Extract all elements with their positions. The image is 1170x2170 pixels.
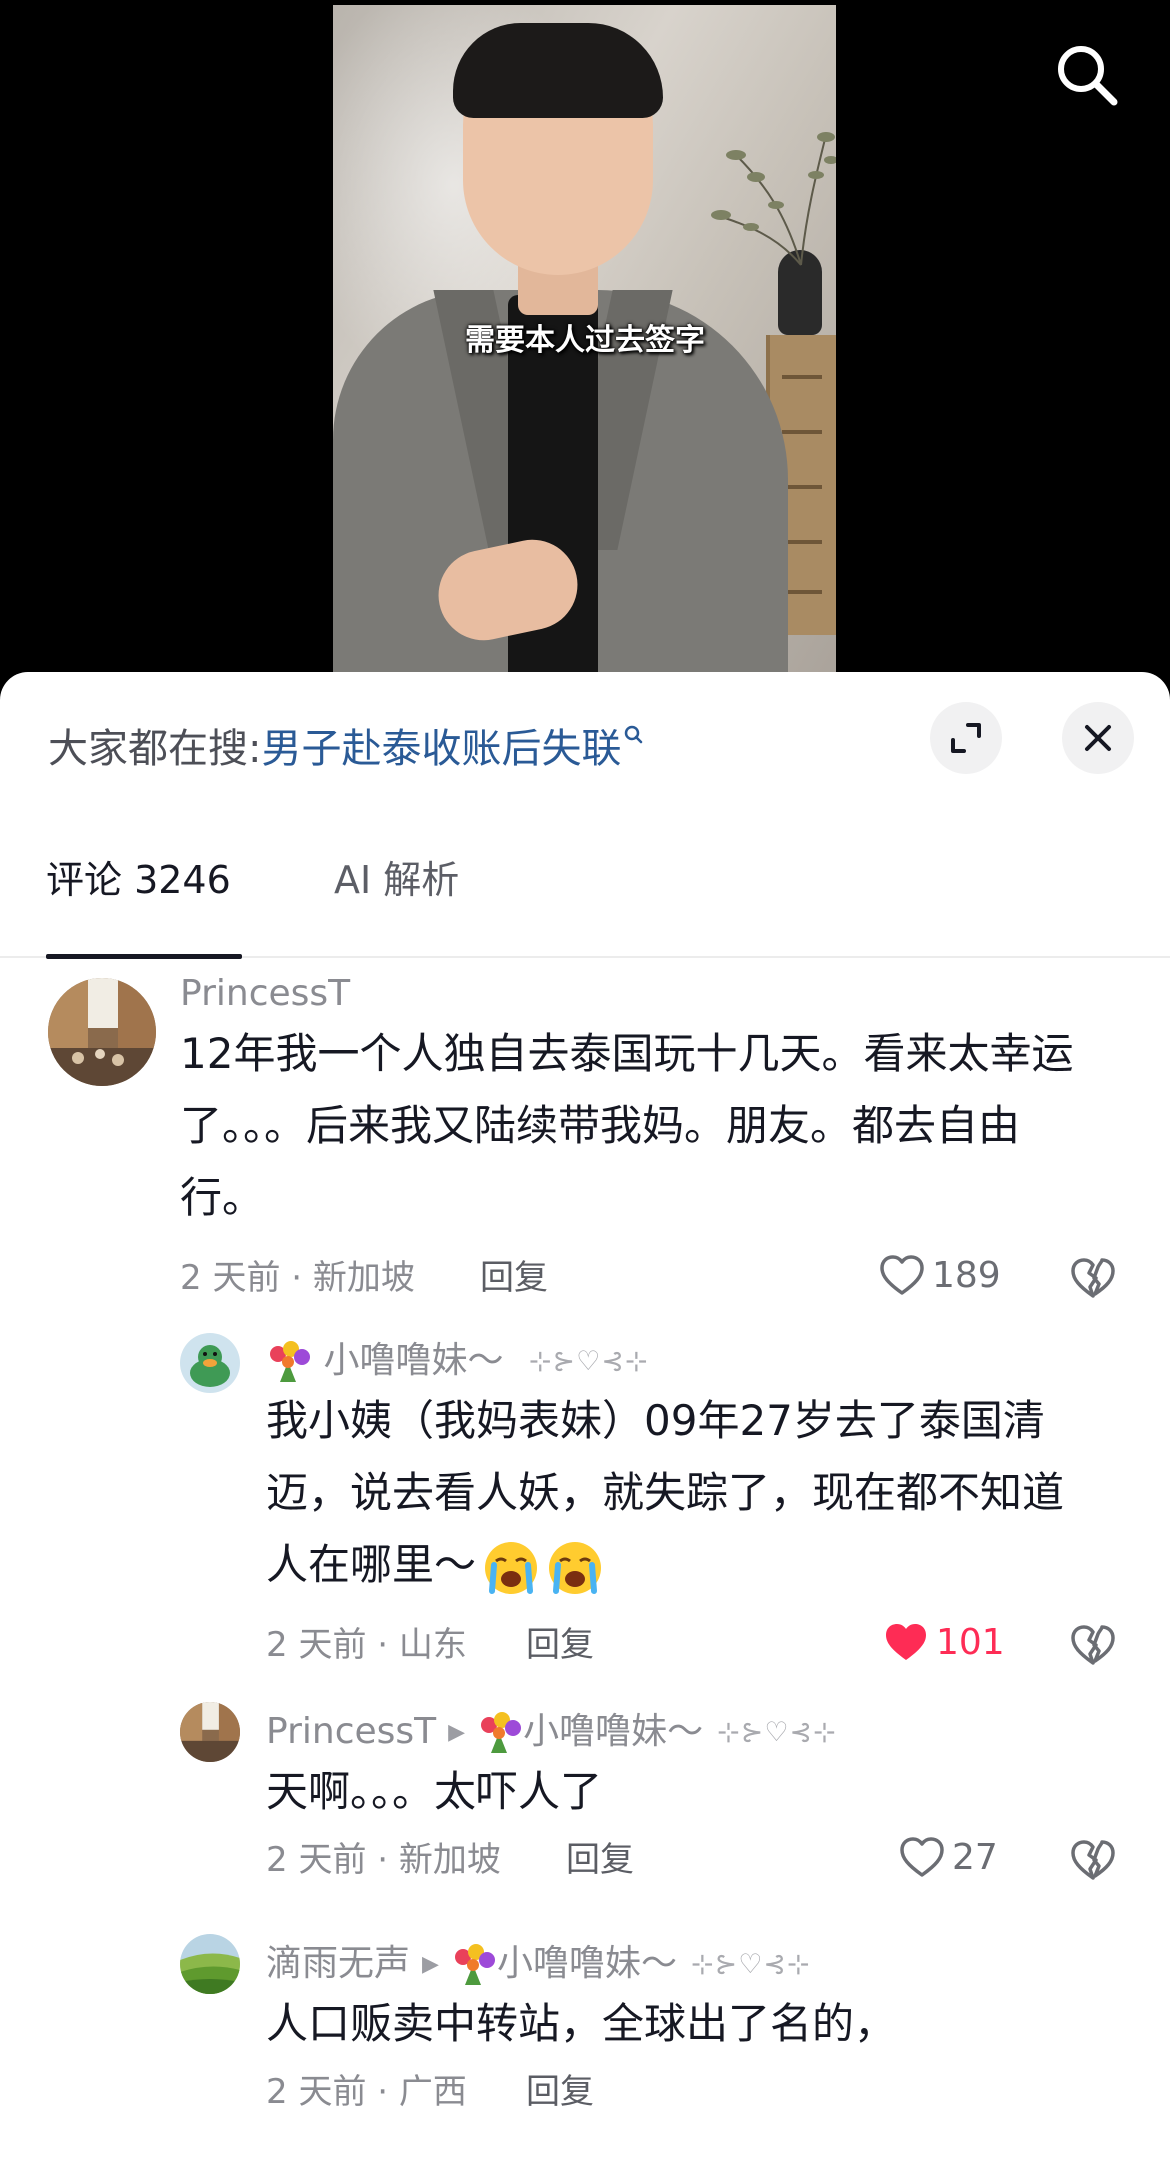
broken-heart-icon[interactable] — [1068, 1621, 1118, 1669]
comment-username-row[interactable]: 小噜噜妹～ ⊹⊱♡⊰⊹ — [266, 1339, 649, 1384]
comment-username-row[interactable]: PrincessT ▶ 小噜噜妹～ ⊹⊱♡⊰⊹ — [266, 1710, 837, 1755]
reply-to-username: 小噜噜妹～ — [523, 1711, 704, 1752]
flower-bouquet-icon — [270, 1341, 310, 1382]
like-button[interactable]: 101 — [882, 1619, 1005, 1667]
search-icon[interactable] — [1050, 38, 1122, 110]
reply-arrow-icon: ▶ — [448, 1720, 466, 1745]
expand-icon — [951, 723, 981, 753]
reply-arrow-icon: ▶ — [422, 1952, 439, 1977]
avatar-duck-image — [180, 1333, 240, 1393]
reply-button[interactable]: 回复 — [526, 2070, 594, 2114]
comment-text: 人口贩卖中转站，全球出了名的， — [266, 1988, 1146, 2060]
comment-username: 滴雨无声 — [266, 1943, 411, 1984]
comment-text: 我小姨（我妈表妹）09年27岁去了泰国清 迈，说去看人妖，就失踪了，现在都不知道… — [266, 1385, 1146, 1601]
avatar-field-image — [180, 1934, 240, 1994]
comment-username-row[interactable]: 滴雨无声 ▶ 小噜噜妹～ ⊹⊱♡⊰⊹ — [266, 1942, 811, 1987]
avatar[interactable] — [180, 1333, 240, 1393]
comment-line: 人在哪里～ — [266, 1540, 477, 1589]
comment-meta: 2 天前 · 新加坡 — [266, 1840, 501, 1880]
like-count: 27 — [952, 1837, 998, 1878]
comment-tabs: 评论 3246 AI 解析 — [0, 848, 1170, 959]
comment-line: 我小姨（我妈表妹）09年27岁去了泰国清 — [266, 1396, 1045, 1445]
comment-line-with-emoji: 人在哪里～ — [266, 1529, 1146, 1601]
avatar[interactable] — [180, 1934, 240, 1994]
comment-sheet: 大家都在搜:男子赴泰收账后失联 评论 3246 AI 解析 PrincessT … — [0, 672, 1170, 2170]
comment-text: 12年我一个人独自去泰国玩十几天。看来太幸运 了。。。后来我又陆续带我妈。朋友。… — [180, 1018, 1140, 1234]
avatar-street-image — [48, 978, 156, 1086]
search-small-icon — [625, 725, 643, 744]
comment-meta: 2 天前 · 广西 — [266, 2072, 467, 2112]
comment-username: 小噜噜妹～ — [323, 1340, 504, 1381]
username-decoration: ⊹⊱♡⊰⊹ — [528, 1346, 649, 1377]
trending-search[interactable]: 大家都在搜:男子赴泰收账后失联 — [48, 724, 643, 774]
heart-icon — [880, 1255, 924, 1295]
comment-line: 天啊。。。太吓人了 — [266, 1767, 603, 1816]
comment-line: 行。 — [180, 1173, 265, 1222]
flower-bouquet-icon — [481, 1712, 522, 1753]
heart-icon — [900, 1837, 944, 1877]
trending-query[interactable]: 男子赴泰收账后失联 — [261, 726, 621, 772]
close-icon — [1085, 725, 1111, 751]
comment-line: 12年我一个人独自去泰国玩十几天。看来太幸运 — [180, 1029, 1074, 1078]
tab-ai-analysis[interactable]: AI 解析 — [334, 848, 459, 912]
comment-meta: 2 天前 · 山东 — [266, 1625, 467, 1665]
trending-label: 大家都在搜: — [48, 726, 262, 772]
comment-username[interactable]: PrincessT — [180, 972, 350, 1016]
like-count: 101 — [936, 1622, 1005, 1663]
broken-heart-icon[interactable] — [1068, 1836, 1118, 1884]
reply-button[interactable]: 回复 — [526, 1623, 594, 1667]
avatar[interactable] — [48, 978, 156, 1086]
heart-filled-icon — [886, 1624, 926, 1660]
comment-line: 迈，说去看人妖，就失踪了，现在都不知道 — [266, 1468, 1065, 1517]
like-count: 189 — [932, 1255, 1001, 1296]
flower-bouquet-icon — [454, 1944, 495, 1985]
video-player[interactable]: 需要本人过去签字 — [0, 0, 1170, 700]
close-button[interactable] — [1062, 702, 1134, 774]
like-button[interactable]: 189 — [878, 1252, 1001, 1300]
username-decoration: ⊹⊱♡⊰⊹ — [717, 1717, 837, 1748]
reply-button[interactable]: 回复 — [566, 1838, 634, 1882]
tab-comments[interactable]: 评论 3246 — [46, 848, 231, 912]
comment-meta: 2 天前 · 新加坡 — [180, 1258, 415, 1298]
avatar[interactable] — [180, 1702, 240, 1762]
crying-emoji-icon — [549, 1541, 602, 1594]
video-plant — [711, 132, 836, 266]
like-button[interactable]: 27 — [898, 1834, 998, 1882]
active-tab-indicator — [46, 954, 242, 959]
avatar-street-image — [180, 1702, 240, 1762]
broken-heart-icon[interactable] — [1068, 1254, 1118, 1302]
username-decoration: ⊹⊱♡⊰⊹ — [690, 1949, 811, 1980]
reply-to-username: 小噜噜妹～ — [496, 1943, 677, 1984]
comment-line: 人口贩卖中转站，全球出了名的， — [266, 1999, 897, 2048]
expand-button[interactable] — [930, 702, 1002, 774]
reply-button[interactable]: 回复 — [480, 1256, 548, 1300]
comment-line: 了。。。后来我又陆续带我妈。朋友。都去自由 — [180, 1101, 1021, 1150]
comment-username: PrincessT — [266, 1711, 437, 1752]
video-person-hair — [453, 23, 663, 118]
comment-text: 天啊。。。太吓人了 — [266, 1756, 1146, 1828]
video-caption: 需要本人过去签字 — [465, 323, 705, 358]
crying-emoji-icon — [485, 1541, 538, 1594]
